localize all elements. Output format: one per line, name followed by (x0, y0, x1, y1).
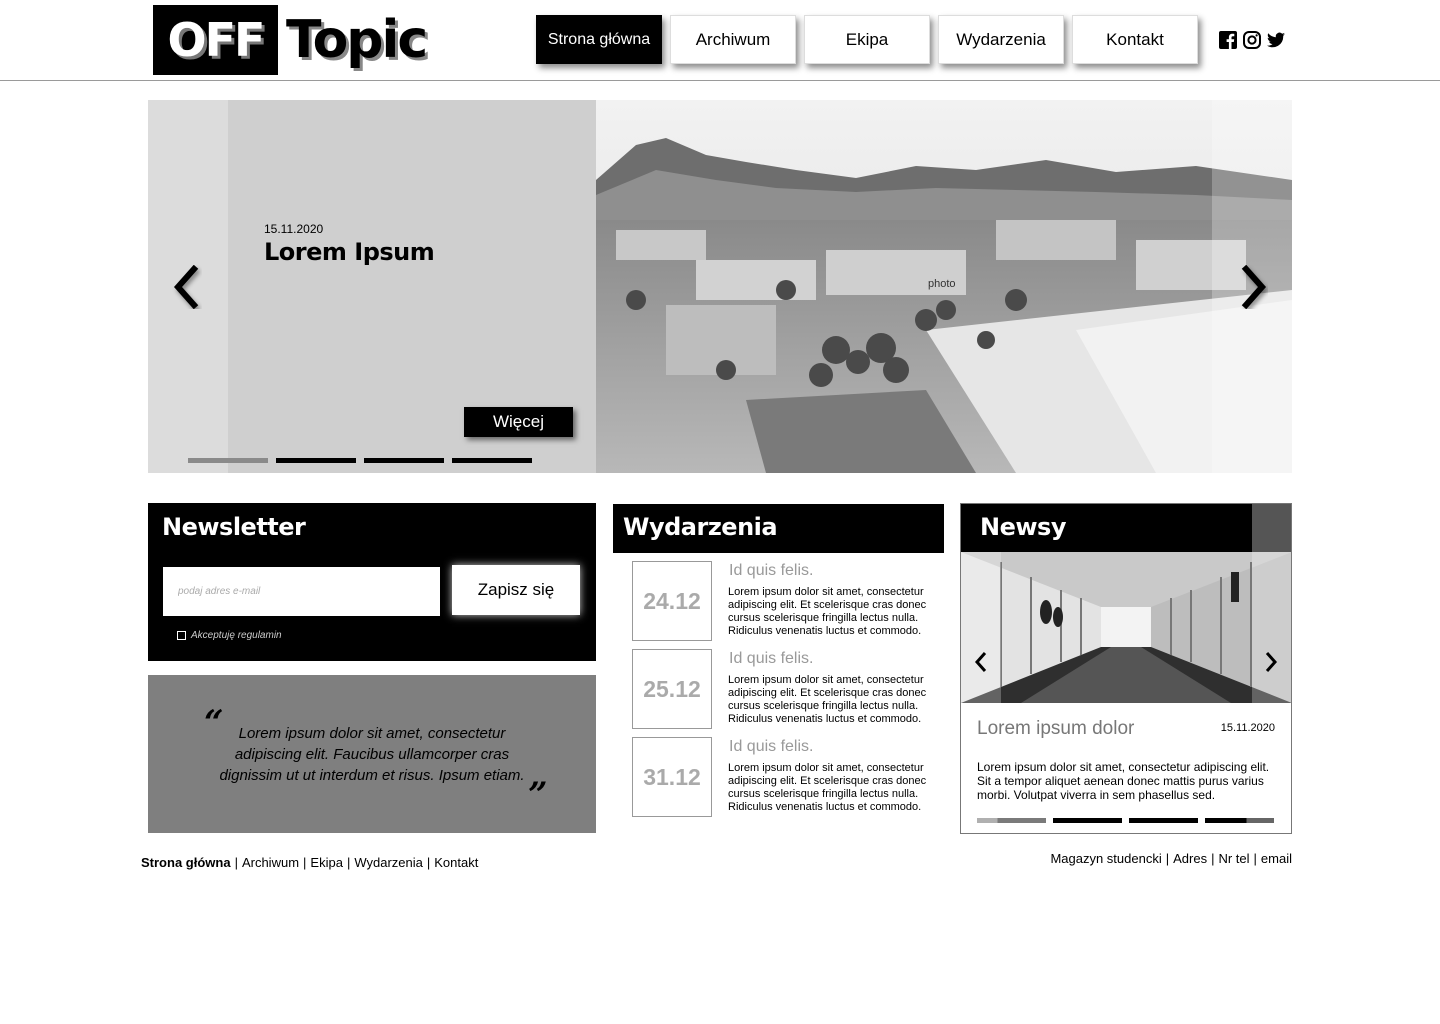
nav-item-events[interactable]: Wydarzenia (938, 15, 1064, 64)
footer-link-events[interactable]: Wydarzenia (354, 855, 423, 870)
news-dot-4[interactable] (1205, 818, 1274, 823)
main-nav: Strona główna Archiwum Ekipa Wydarzenia … (536, 15, 1198, 64)
footer-link-archive[interactable]: Archiwum (242, 855, 299, 870)
hero-dot-3[interactable] (364, 458, 444, 463)
corridor-image (961, 552, 1291, 703)
quote-close-mark: ” (528, 775, 548, 815)
news-dot-2[interactable] (1053, 818, 1122, 823)
chevron-right-icon (1265, 652, 1278, 672)
quote-box: “ Lorem ipsum dolor sit amet, consectetu… (148, 675, 596, 833)
footer-link-team[interactable]: Ekipa (310, 855, 343, 870)
news-header-strip (1252, 504, 1291, 552)
news-dot-1[interactable] (977, 818, 1046, 823)
hero-dot-2[interactable] (276, 458, 356, 463)
nav-item-home[interactable]: Strona główna (536, 15, 662, 64)
news-item-title[interactable]: Lorem ipsum dolor (977, 718, 1134, 740)
footer-info: Magazyn studencki | Adres | Nr tel | ema… (1050, 851, 1292, 866)
footer-separator: | (1211, 851, 1215, 866)
footer-address[interactable]: Adres (1173, 851, 1207, 866)
event-date: 31.12 (632, 737, 712, 817)
hero-prev-button[interactable] (172, 264, 202, 310)
event-description: Lorem ipsum dolor sit amet, consectetur … (728, 586, 927, 637)
news-box: Newsy Lorem ipsum dolor 15.11.2020 Lorem… (960, 503, 1292, 834)
instagram-icon[interactable] (1242, 30, 1262, 50)
news-pagination (977, 818, 1274, 823)
twitter-icon[interactable] (1266, 30, 1286, 50)
nav-item-archive[interactable]: Archiwum (670, 15, 796, 64)
chevron-left-icon (173, 264, 199, 310)
chevron-left-icon (974, 652, 987, 672)
news-title-heading: Newsy (980, 513, 1066, 541)
facebook-icon[interactable] (1218, 30, 1238, 50)
footer-phone[interactable]: Nr tel (1218, 851, 1249, 866)
event-item[interactable]: 31.12 Id quis felis. Lorem ipsum dolor s… (632, 737, 932, 817)
newsletter-box: Newsletter Zapisz się Akceptuję regulami… (148, 503, 596, 661)
quote-text: Lorem ipsum dolor sit amet, consectetur … (219, 725, 525, 784)
logo-off: OFF (153, 5, 278, 75)
hero-title: Lorem Ipsum (264, 238, 435, 266)
newsletter-submit-button[interactable]: Zapisz się (452, 565, 580, 615)
terms-label: Akceptuję regulamin (191, 630, 282, 641)
newsletter-email-input[interactable] (163, 567, 440, 616)
news-next-button[interactable] (1251, 621, 1291, 703)
site-header: OFF Topic Strona główna Archiwum Ekipa W… (0, 0, 1440, 81)
chevron-right-icon (1241, 264, 1267, 310)
event-date: 24.12 (632, 561, 712, 641)
nav-item-team[interactable]: Ekipa (804, 15, 930, 64)
news-item-text: Lorem ipsum dolor sit amet, consectetur … (977, 760, 1270, 802)
social-links (1218, 30, 1286, 50)
event-description: Lorem ipsum dolor sit amet, consectetur … (728, 674, 927, 725)
hero-pagination (188, 458, 532, 463)
footer-separator: | (426, 855, 431, 870)
site-logo[interactable]: OFF Topic (153, 5, 428, 75)
hero-dot-1[interactable] (188, 458, 268, 463)
footer-separator: | (303, 855, 307, 870)
footer-link-contact[interactable]: Kontakt (434, 855, 478, 870)
terms-checkbox-row: Akceptuję regulamin (177, 630, 282, 641)
news-prev-button[interactable] (961, 621, 1001, 703)
footer-separator: | (234, 855, 238, 870)
footer-separator: | (346, 855, 351, 870)
footer-link-home[interactable]: Strona główna (141, 855, 231, 870)
event-title: Id quis felis. (729, 562, 814, 579)
event-description: Lorem ipsum dolor sit amet, consectetur … (728, 762, 927, 813)
events-header: Wydarzenia (613, 504, 944, 553)
news-item-date: 15.11.2020 (1220, 722, 1275, 734)
footer-separator: | (1165, 851, 1170, 866)
event-title: Id quis felis. (729, 738, 814, 755)
event-item[interactable]: 25.12 Id quis felis. Lorem ipsum dolor s… (632, 649, 932, 729)
event-item[interactable]: 24.12 Id quis felis. Lorem ipsum dolor s… (632, 561, 932, 641)
events-title: Wydarzenia (623, 513, 778, 541)
news-header: Newsy (961, 504, 1291, 552)
nav-item-contact[interactable]: Kontakt (1072, 15, 1198, 64)
logo-topic: Topic (286, 10, 428, 70)
hero-dot-4[interactable] (452, 458, 532, 463)
footer-email[interactable]: email (1261, 851, 1292, 866)
hero-more-button[interactable]: Więcej (464, 407, 573, 437)
hero-slider: 15.11.2020 Lorem Ipsum Więcej photo (148, 100, 1292, 473)
event-title: Id quis felis. (729, 650, 814, 667)
hero-date: 15.11.2020 (264, 222, 324, 236)
terms-checkbox[interactable] (177, 631, 186, 640)
news-dot-3[interactable] (1129, 818, 1198, 823)
hero-photo: photo (596, 100, 1292, 473)
event-date: 25.12 (632, 649, 712, 729)
footer-separator: | (1253, 851, 1257, 866)
news-photo (961, 552, 1291, 703)
hero-next-button[interactable] (1238, 264, 1268, 310)
photo-label: photo (928, 278, 956, 290)
newsletter-title: Newsletter (162, 513, 306, 541)
footer-magazine[interactable]: Magazyn studencki (1050, 851, 1161, 866)
footer-nav: Strona główna | Archiwum | Ekipa | Wydar… (141, 855, 478, 870)
